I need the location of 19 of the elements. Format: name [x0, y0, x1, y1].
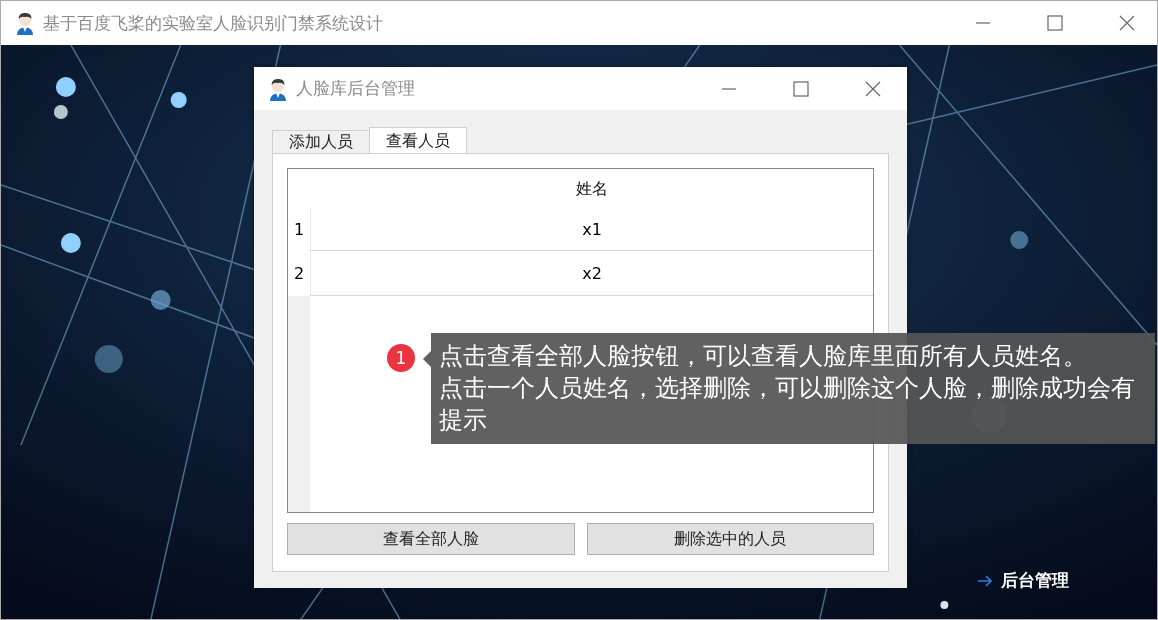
tooltip-text: 点击一个人员姓名，选择删除，可以删除这个人脸，删除成功会有提示 [439, 373, 1136, 436]
user-avatar-icon [15, 11, 35, 35]
table-cell[interactable]: x1 [310, 209, 873, 251]
tab[interactable]: 查看人员 [369, 127, 467, 153]
dialog-title: 人脸库后台管理 [296, 77, 416, 100]
arrow-icon [977, 574, 993, 587]
tab[interactable]: 添加人员 [272, 130, 370, 153]
user-avatar-icon [268, 76, 288, 101]
action-button[interactable]: 删除选中的人员 [586, 523, 874, 555]
window-title: 基于百度飞桨的实验室人脸识别门禁系统设计 [43, 11, 384, 35]
action-button[interactable]: 查看全部人脸 [287, 523, 575, 555]
column-header: 姓名 [574, 177, 609, 200]
close-icon[interactable] [865, 80, 881, 97]
tooltip-text: 点击查看全部人脸按钮，可以查看人脸库里面所有人员姓名。 [439, 341, 1088, 372]
maximize-icon[interactable] [1047, 15, 1063, 31]
maximize-icon[interactable] [793, 80, 809, 97]
table-cell[interactable]: x2 [310, 251, 873, 296]
admin-link[interactable]: 后台管理 [1001, 569, 1069, 592]
close-icon[interactable] [1119, 15, 1135, 31]
